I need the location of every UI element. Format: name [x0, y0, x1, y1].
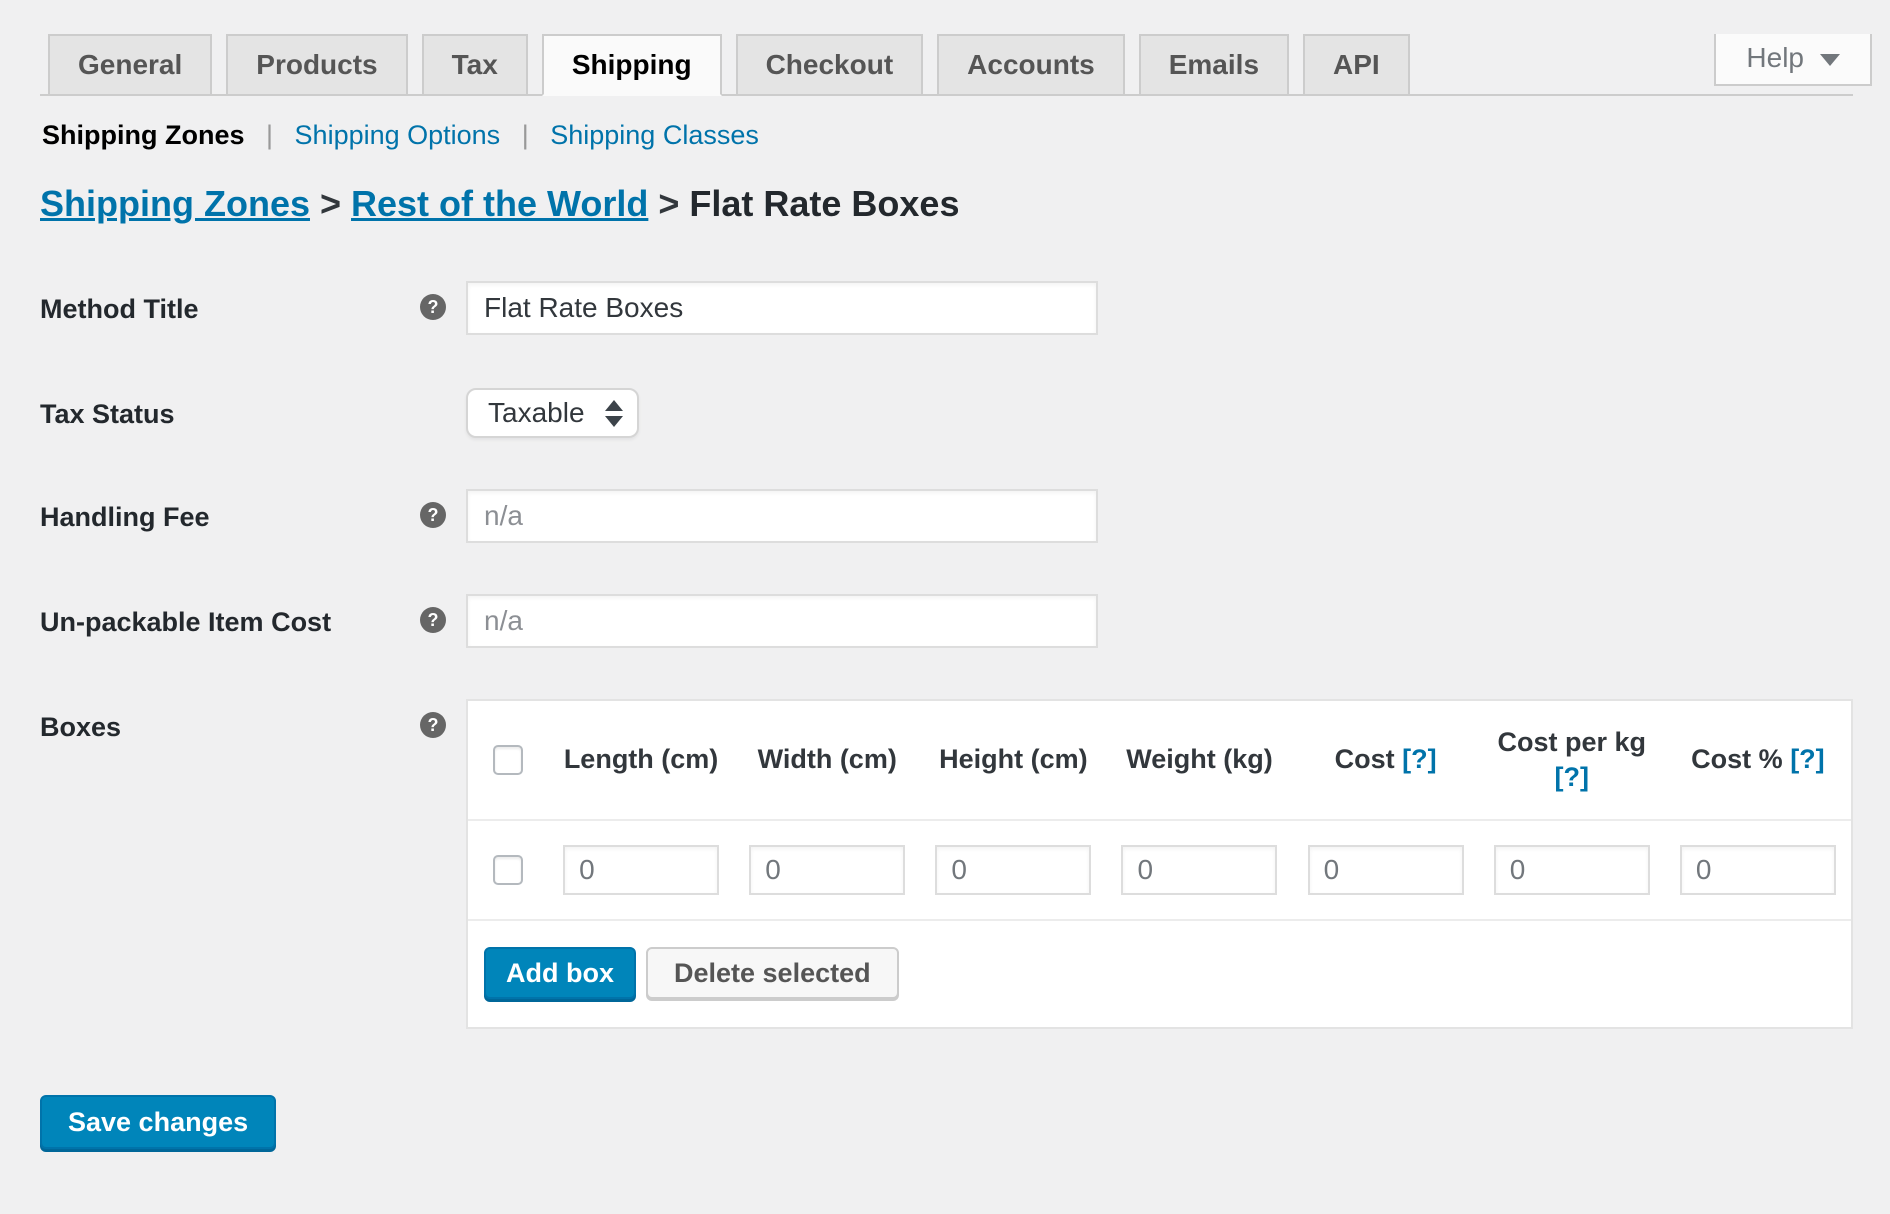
method-title-control: ? — [420, 281, 1853, 335]
box-cost-percent-input[interactable] — [1680, 845, 1836, 895]
subnav-item-shipping-options[interactable]: Shipping Options — [295, 120, 501, 150]
box-length-input[interactable] — [563, 845, 719, 895]
handling-fee-input[interactable] — [466, 489, 1098, 543]
column-header-cost-percent: Cost % [?] — [1665, 742, 1851, 777]
select-arrows-icon — [605, 400, 623, 427]
boxes-label: Boxes — [40, 699, 420, 1029]
subnav-item-shipping-zones[interactable]: Shipping Zones — [42, 120, 245, 150]
tab-general[interactable]: General — [48, 34, 212, 96]
tab-api[interactable]: API — [1303, 34, 1410, 96]
breadcrumb-separator: > — [658, 183, 679, 224]
form-row-handling-fee: Handling Fee ? — [40, 489, 1853, 543]
column-header-length: Length (cm) — [548, 742, 734, 777]
help-menu-label: Help — [1746, 42, 1804, 74]
column-header-label: Weight (kg) — [1126, 744, 1272, 774]
box-cost-input[interactable] — [1308, 845, 1464, 895]
tab-accounts[interactable]: Accounts — [937, 34, 1125, 96]
column-header-cost: Cost [?] — [1293, 742, 1479, 777]
save-changes-button[interactable]: Save changes — [40, 1095, 276, 1149]
help-tip-icon[interactable]: ? — [420, 712, 446, 738]
column-header-label: Cost per kg — [1498, 727, 1647, 757]
column-header-label: Cost % — [1691, 744, 1783, 774]
tax-status-control: Taxable — [420, 386, 1853, 438]
column-header-weight: Weight (kg) — [1106, 742, 1292, 777]
tab-tax[interactable]: Tax — [422, 34, 528, 96]
help-menu-button[interactable]: Help — [1714, 34, 1872, 86]
tax-status-label: Tax Status — [40, 386, 420, 438]
delete-selected-button[interactable]: Delete selected — [646, 947, 899, 999]
method-title-label: Method Title — [40, 281, 420, 335]
breadcrumb-current: Flat Rate Boxes — [689, 183, 959, 224]
boxes-table-row — [468, 821, 1851, 921]
add-box-button[interactable]: Add box — [484, 947, 636, 999]
column-header-width: Width (cm) — [734, 742, 920, 777]
boxes-control: ? Length (cm) Width (cm) Height (cm) Wei… — [420, 699, 1853, 1029]
unpackable-item-cost-label: Un-packable Item Cost — [40, 594, 420, 648]
select-all-checkbox[interactable] — [493, 745, 523, 775]
help-tip-icon[interactable]: ? — [420, 607, 446, 633]
column-header-label: Width (cm) — [758, 744, 897, 774]
breadcrumb-link-rest-of-world[interactable]: Rest of the World — [351, 183, 648, 224]
method-title-input[interactable] — [466, 281, 1098, 335]
column-help-link[interactable]: [?] — [1402, 744, 1436, 774]
form-row-boxes: Boxes ? Length (cm) Width (cm) Height (c… — [40, 699, 1853, 1029]
tax-status-selected-value: Taxable — [488, 397, 585, 429]
box-height-input[interactable] — [935, 845, 1091, 895]
shipping-subnav: Shipping Zones | Shipping Options | Ship… — [42, 120, 1890, 151]
row-checkbox-cell — [468, 855, 548, 885]
boxes-table: Length (cm) Width (cm) Height (cm) Weigh… — [466, 699, 1853, 1029]
save-row: Save changes — [40, 1095, 1890, 1149]
breadcrumb: Shipping Zones>Rest of the World>Flat Ra… — [40, 183, 1890, 225]
column-header-height: Height (cm) — [920, 742, 1106, 777]
form-row-tax-status: Tax Status Taxable — [40, 386, 1853, 438]
tab-shipping[interactable]: Shipping — [542, 34, 722, 96]
tab-checkout[interactable]: Checkout — [736, 34, 924, 96]
column-header-label: Cost — [1335, 744, 1395, 774]
subnav-item-shipping-classes[interactable]: Shipping Classes — [550, 120, 759, 150]
tax-status-select[interactable]: Taxable — [466, 388, 639, 438]
tab-emails[interactable]: Emails — [1139, 34, 1289, 96]
help-tip-icon[interactable]: ? — [420, 502, 446, 528]
column-help-link[interactable]: [?] — [1790, 744, 1824, 774]
column-header-cost-per-kg: Cost per kg [?] — [1479, 725, 1665, 795]
handling-fee-label: Handling Fee — [40, 489, 420, 543]
tab-products[interactable]: Products — [226, 34, 407, 96]
settings-tab-bar: General Products Tax Shipping Checkout A… — [40, 34, 1853, 96]
unpackable-item-cost-input[interactable] — [466, 594, 1098, 648]
header-checkbox-cell — [468, 745, 548, 775]
box-cost-per-kg-input[interactable] — [1494, 845, 1650, 895]
boxes-table-footer: Add box Delete selected — [468, 921, 1851, 1027]
subnav-separator: | — [522, 120, 529, 150]
chevron-down-icon — [1820, 54, 1840, 66]
shipping-method-form: Method Title ? Tax Status Taxable Handli… — [40, 281, 1853, 1029]
unpackable-item-cost-control: ? — [420, 594, 1853, 648]
boxes-table-header: Length (cm) Width (cm) Height (cm) Weigh… — [468, 701, 1851, 821]
box-weight-input[interactable] — [1121, 845, 1277, 895]
breadcrumb-separator: > — [320, 183, 341, 224]
help-tip-icon[interactable]: ? — [420, 294, 446, 320]
column-header-label: Height (cm) — [939, 744, 1088, 774]
column-header-label: Length (cm) — [564, 744, 719, 774]
form-row-method-title: Method Title ? — [40, 281, 1853, 335]
form-row-unpackable-item-cost: Un-packable Item Cost ? — [40, 594, 1853, 648]
column-help-link[interactable]: [?] — [1555, 762, 1589, 792]
row-select-checkbox[interactable] — [493, 855, 523, 885]
handling-fee-control: ? — [420, 489, 1853, 543]
breadcrumb-link-shipping-zones[interactable]: Shipping Zones — [40, 183, 310, 224]
box-width-input[interactable] — [749, 845, 905, 895]
subnav-separator: | — [266, 120, 273, 150]
